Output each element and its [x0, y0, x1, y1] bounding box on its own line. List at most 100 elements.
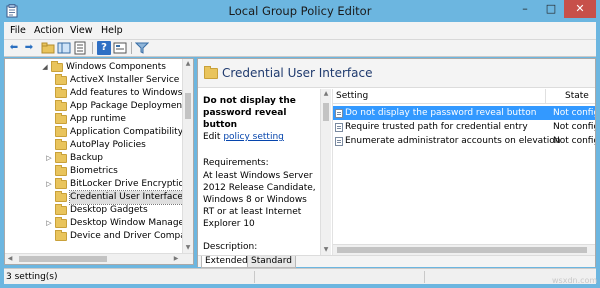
tree-item-label: Windows Components	[66, 62, 166, 72]
scroll-down-arrow-icon[interactable]: ▼	[321, 245, 331, 255]
scrollbar-thumb[interactable]	[323, 103, 329, 121]
description-scrollbar[interactable]: ▲ ▼	[320, 89, 331, 255]
list-row[interactable]: Enumerate administrator accounts on elev…	[333, 134, 595, 148]
column-divider[interactable]	[545, 89, 546, 104]
tab-standard[interactable]: Standard	[247, 256, 296, 268]
tree-item-label: BitLocker Drive Encryption	[70, 179, 190, 189]
list-row[interactable]: Require trusted path for credential entr…	[333, 120, 595, 134]
details-title: Credential User Interface	[222, 66, 373, 80]
list-horizontal-scrollbar[interactable]	[333, 244, 595, 255]
scrollbar-thumb[interactable]	[185, 93, 191, 119]
folder-icon	[55, 87, 67, 98]
edit-policy-setting-link[interactable]: policy setting	[223, 132, 284, 142]
tree-item-label: AutoPlay Policies	[70, 140, 146, 150]
extended-description: Do not display the password reveal butto…	[198, 89, 331, 255]
status-divider	[254, 271, 255, 283]
up-folder-icon[interactable]	[41, 41, 55, 55]
close-button[interactable]: ✕	[564, 0, 596, 18]
menu-file[interactable]: File	[10, 25, 26, 36]
tree-item-label: Desktop Window Manager	[70, 218, 188, 228]
list-row[interactable]: Do not display the password reveal butto…	[333, 106, 595, 120]
status-bar: 3 setting(s)	[4, 268, 596, 284]
view-tabs: Extended Standard	[198, 255, 595, 268]
tree-item-label: Device and Driver Compatibi	[70, 231, 194, 241]
scroll-down-arrow-icon[interactable]: ▼	[183, 243, 193, 253]
folder-icon	[55, 74, 67, 85]
help-icon[interactable]: ?	[97, 41, 111, 55]
menu-view[interactable]: View	[70, 25, 93, 36]
watermark: wsxdn.com	[552, 276, 598, 285]
edit-prefix: Edit	[203, 132, 221, 142]
list-header: Setting State	[333, 89, 595, 104]
folder-icon	[55, 152, 67, 163]
toolbar: ⬅ ➡ ?	[4, 40, 596, 57]
scrollbar-thumb[interactable]	[19, 256, 107, 262]
requirements-text: At least Windows Server 2012 Release Can…	[203, 171, 316, 229]
expand-arrow-icon[interactable]: ▷	[45, 178, 53, 191]
show-hide-tree-icon[interactable]	[57, 41, 71, 55]
policy-title: Do not display the password reveal butto…	[203, 96, 296, 130]
scroll-up-arrow-icon[interactable]: ▲	[183, 59, 193, 69]
folder-icon	[55, 165, 67, 176]
status-text: 3 setting(s)	[6, 272, 58, 282]
menu-bar: File Action View Help	[4, 22, 596, 40]
tree-horizontal-scrollbar[interactable]: ◀ ▶	[5, 253, 193, 264]
policy-setting-icon	[335, 137, 343, 146]
details-pane: Credential User Interface Do not display…	[197, 58, 596, 268]
properties-icon[interactable]	[113, 41, 127, 55]
tab-extended[interactable]: Extended	[201, 256, 252, 268]
maximize-button[interactable]: □	[538, 0, 564, 18]
title-bar[interactable]: Local Group Policy Editor – □ ✕	[0, 0, 600, 22]
settings-list[interactable]: Setting State Do not display the passwor…	[332, 89, 595, 255]
scrollbar-thumb[interactable]	[337, 247, 587, 253]
filter-icon[interactable]	[134, 41, 150, 55]
tree-item-label: Application Compatibility	[70, 127, 184, 137]
column-setting[interactable]: Setting	[336, 91, 368, 101]
policy-tree[interactable]: ◢ Windows Components ActiveX Installer S…	[4, 58, 194, 265]
collapse-arrow-icon[interactable]: ◢	[41, 61, 49, 74]
window-title: Local Group Policy Editor	[228, 4, 372, 18]
policy-setting-icon	[335, 109, 343, 118]
app-window: Local Group Policy Editor – □ ✕ File Act…	[0, 0, 600, 288]
minimize-button[interactable]: –	[512, 0, 538, 18]
menu-help[interactable]: Help	[101, 25, 123, 36]
back-icon[interactable]: ⬅	[7, 41, 21, 55]
export-list-icon[interactable]	[73, 41, 87, 55]
scroll-right-arrow-icon[interactable]: ▶	[171, 254, 181, 264]
folder-icon	[55, 230, 67, 241]
folder-icon	[55, 178, 67, 189]
tree-item-label: Credential User Interface	[69, 190, 184, 205]
folder-icon	[55, 113, 67, 124]
scroll-left-arrow-icon[interactable]: ◀	[5, 254, 15, 264]
folder-icon	[55, 139, 67, 150]
folder-icon	[55, 191, 67, 202]
edit-policy-line: Edit policy setting	[203, 131, 319, 143]
folder-open-icon	[204, 66, 218, 79]
status-divider	[424, 271, 425, 283]
folder-icon	[55, 126, 67, 137]
toolbar-separator	[92, 42, 93, 54]
tree-item-label: ActiveX Installer Service	[70, 75, 180, 85]
tree-item-label: App runtime	[70, 114, 126, 124]
requirements-label: Requirements:	[203, 158, 269, 168]
tree-item-label: Desktop Gadgets	[70, 205, 148, 215]
folder-icon	[55, 217, 67, 228]
description-label: Description:	[203, 242, 258, 252]
folder-icon	[55, 100, 67, 111]
scroll-up-arrow-icon[interactable]: ▲	[321, 89, 331, 99]
toolbar-separator	[131, 42, 132, 54]
folder-open-icon	[51, 61, 63, 72]
menu-action[interactable]: Action	[34, 25, 64, 36]
details-header: Credential User Interface	[198, 59, 595, 88]
tree-vertical-scrollbar[interactable]: ▲ ▼	[182, 59, 193, 253]
forward-icon[interactable]: ➡	[22, 41, 36, 55]
expand-arrow-icon[interactable]: ▷	[45, 152, 53, 165]
column-state[interactable]: State	[565, 91, 589, 101]
folder-icon	[55, 204, 67, 215]
policy-setting-icon	[335, 123, 343, 132]
tree-item-label: App Package Deployment	[70, 101, 186, 111]
tree-item-label: Backup	[70, 153, 103, 163]
tree-item-label: Biometrics	[70, 166, 118, 176]
expand-arrow-icon[interactable]: ▷	[45, 217, 53, 230]
tree-item-label: Add features to Windows 8	[70, 88, 191, 98]
